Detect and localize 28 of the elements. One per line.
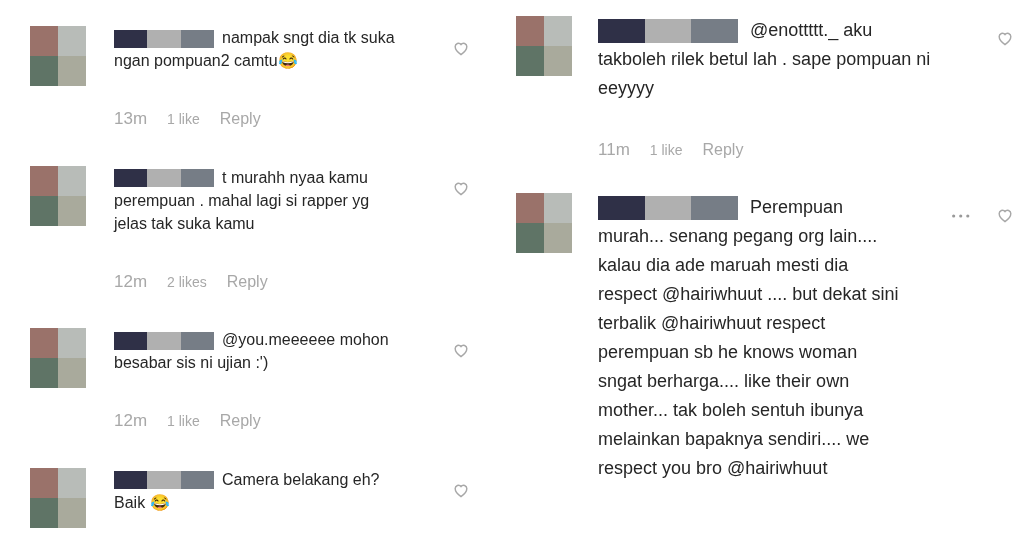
like-count[interactable]: 1 like [167,411,200,432]
heart-icon[interactable] [996,30,1014,46]
reply-link[interactable]: Reply [219,107,261,131]
pixelated-avatar [30,467,86,528]
heart-icon[interactable] [452,40,470,56]
comment-text: @enottttt._ aku takboleh rilek betul lah . sape pompuan ni eeyyyy [598,18,932,100]
like-count[interactable]: 2 likes [167,271,207,293]
comment-time: 12m [114,270,148,293]
heart-icon[interactable] [452,342,470,358]
reply-link[interactable]: Reply [226,269,268,294]
reply-link[interactable]: Reply [702,138,744,162]
like-count[interactable]: 1 like [649,140,683,161]
comment-text: Perempuan murah... senang pegang org lain.... kalau dia ade maruah mesti dia respect @hairiwhuut .... but dekat sini terbalik @hairiwhuut respect perempuan sb he knows woman sngat berharga.... like their own mother... tak boleh sentuh ibunya melainkan bapaknya sendiri.... we respect you bro @hairiwhuut [598,194,899,480]
comment-time: 12m [114,410,148,432]
like-count[interactable]: 1 like [167,109,200,130]
comment-time: 13m [114,108,148,130]
pixelated-avatar [30,26,86,86]
comment-text: @you.meeeeee mohon besabar sis ni ujian :') [114,330,390,373]
pixelated-avatar [516,16,572,76]
pixelated-avatar [516,192,572,253]
more-options-icon[interactable] [950,212,970,219]
pixelated-avatar [30,165,86,226]
comment-time: 11m [598,139,630,161]
reply-link[interactable]: Reply [219,409,261,433]
pixelated-avatar [30,328,86,388]
comment-text: nampak sngt dia tk suka ngan pompuan2 camtu😂 [114,28,396,71]
comment-text: Camera belakang eh? Baik 😂 [114,469,381,513]
comment-text: t murahh nyaa kamu perempuan . mahal lagi si rapper yg jelas tak suka kamu [114,167,371,234]
